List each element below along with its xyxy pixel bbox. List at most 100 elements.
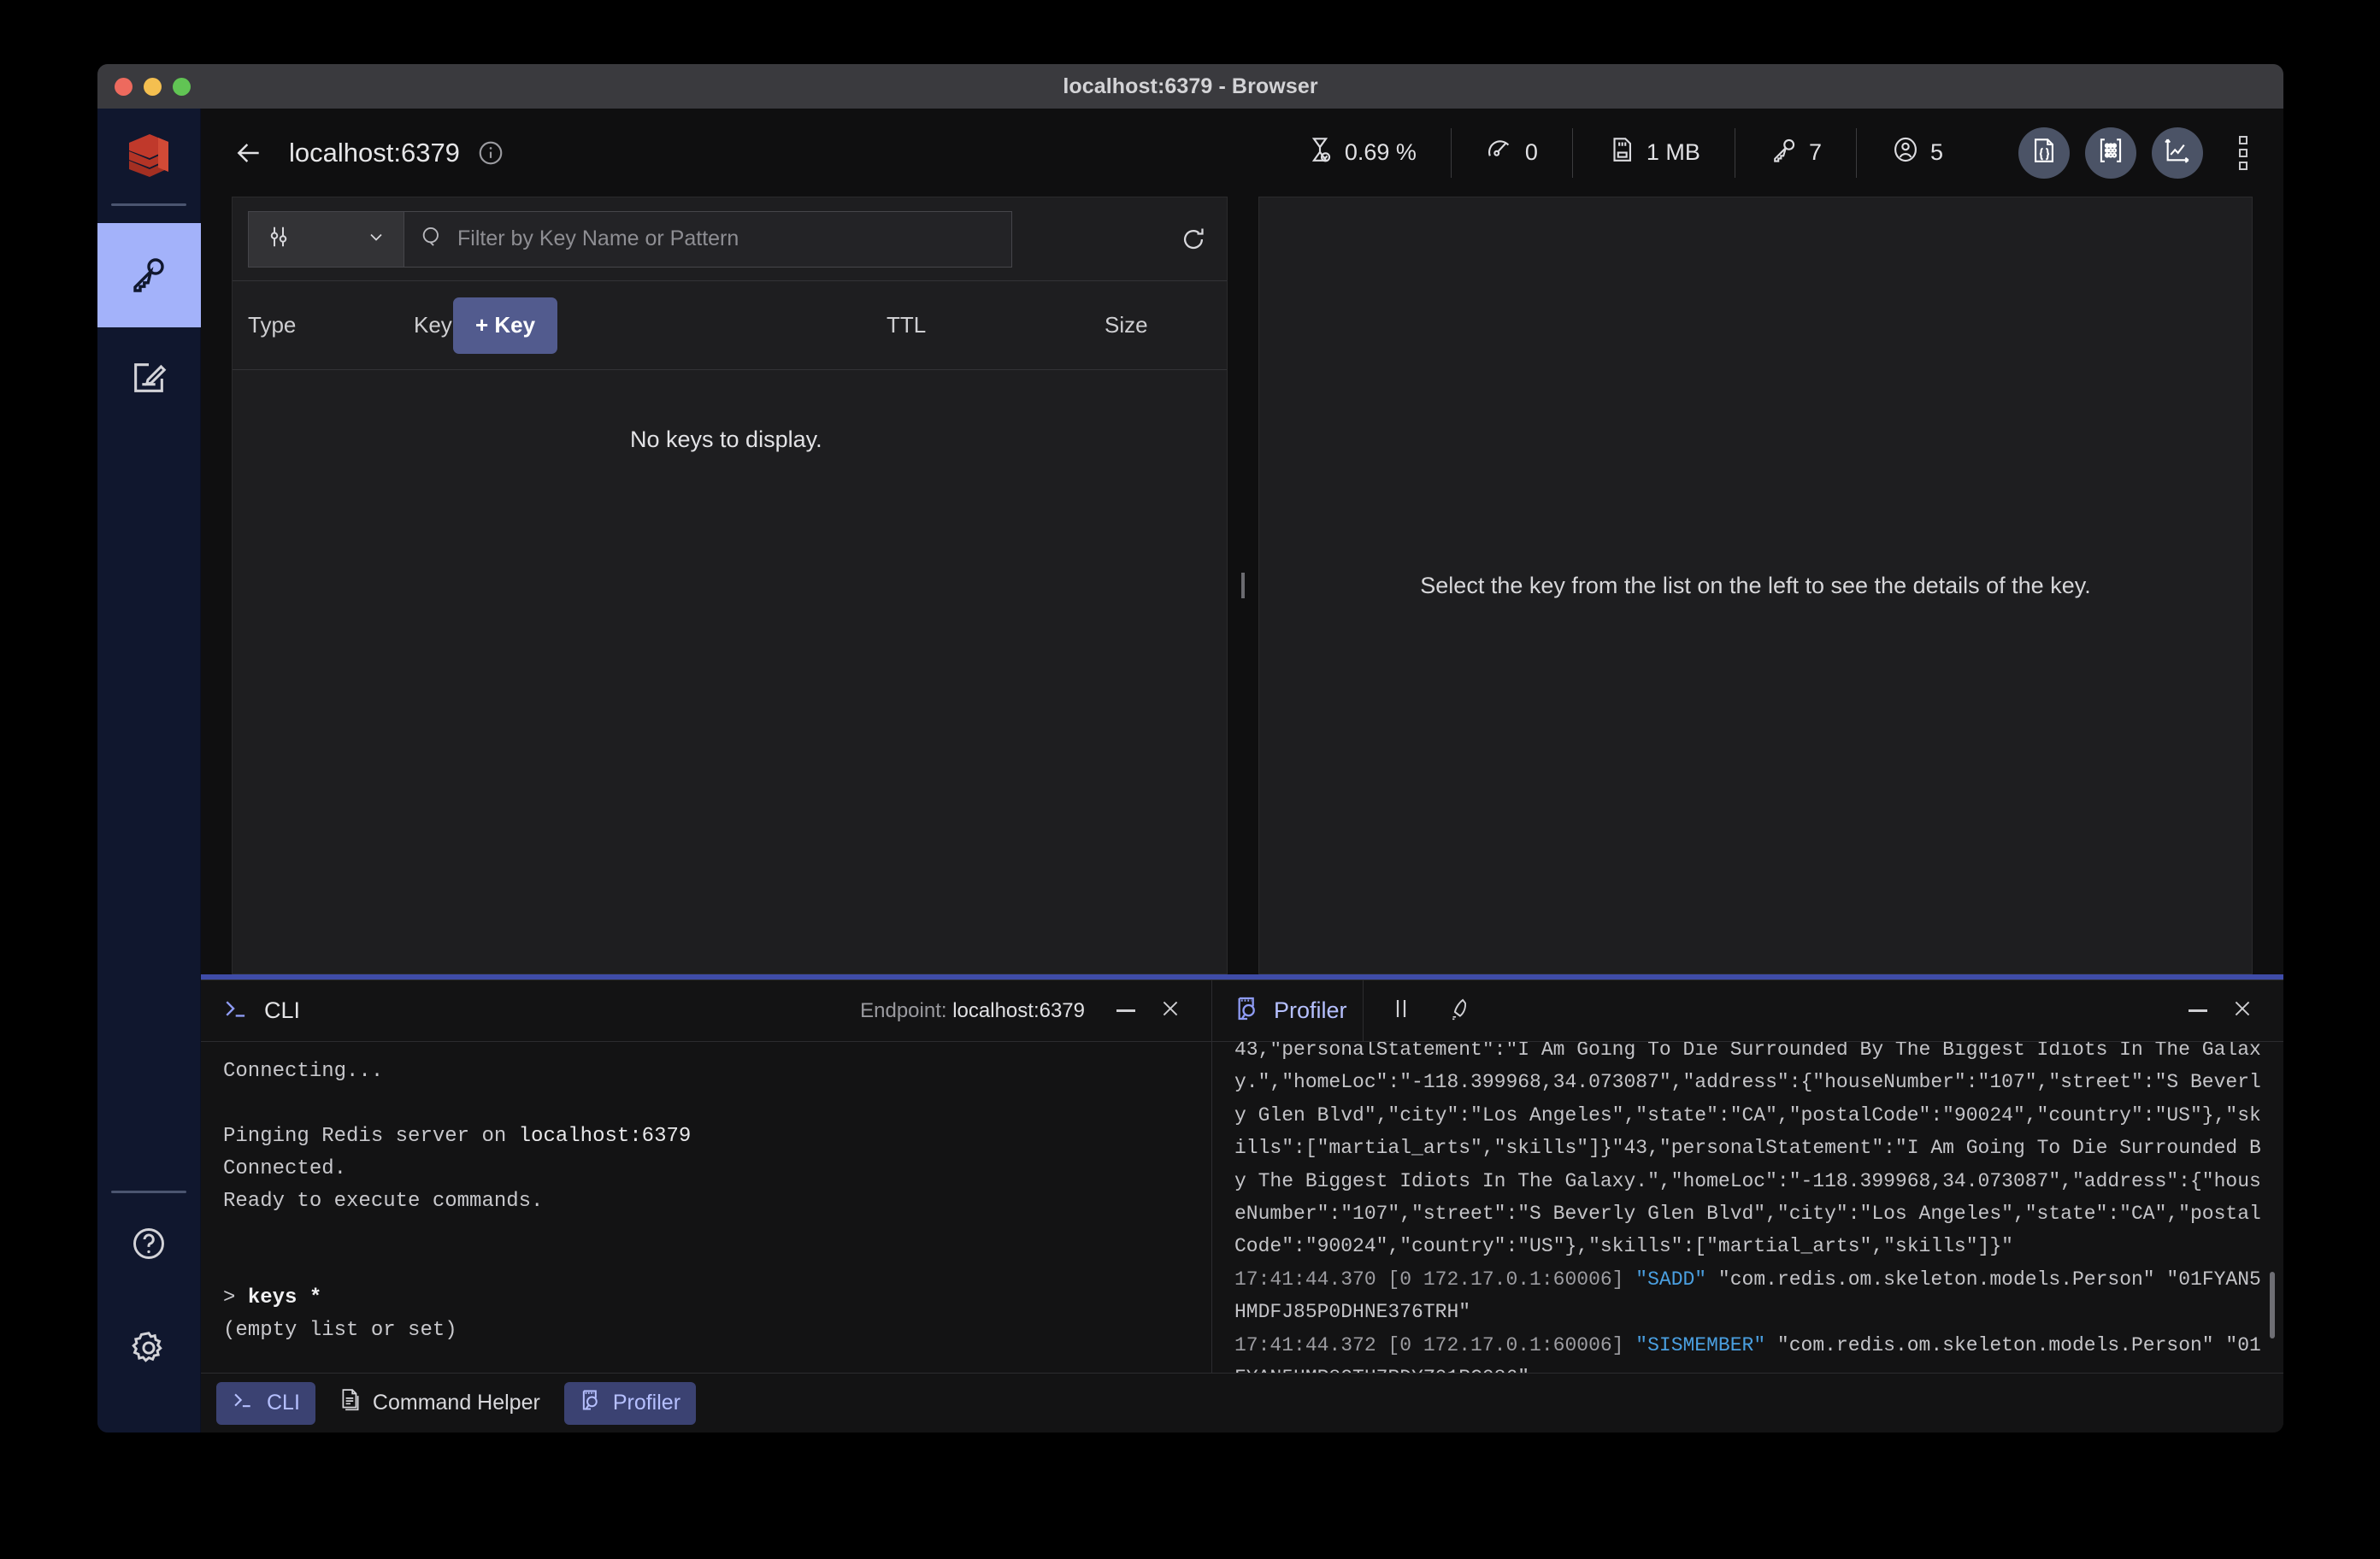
cli-panel: CLI Endpoint: localhost:6379 <box>201 980 1212 1373</box>
key-type-filter-select[interactable] <box>248 211 404 268</box>
profiler-output-area[interactable]: 43,"personalStatement":"I Am Going To Di… <box>1212 1042 2283 1373</box>
close-icon <box>2231 997 2253 1024</box>
column-header-type[interactable]: Type <box>248 312 296 338</box>
sidebar-divider-top <box>111 203 186 206</box>
dock-tab-command-helper-label: Command Helper <box>373 1391 540 1415</box>
panel-resize-handle[interactable] <box>1228 197 1258 974</box>
window-controls <box>97 78 191 96</box>
browser-area: Type Key + Key TTL Size No keys to displ… <box>201 197 2283 974</box>
terminal-prompt-icon <box>232 1391 256 1415</box>
refresh-icon[interactable] <box>1153 225 1208 254</box>
profiler-log-line: 43,"personalStatement":"I Am Going To Di… <box>1234 1042 2261 1263</box>
help-question-icon <box>130 1225 168 1267</box>
dock-tab-command-helper[interactable]: Command Helper <box>324 1382 556 1425</box>
terminal-prompt-icon <box>223 997 250 1024</box>
json-tools-button[interactable] <box>2018 127 2070 179</box>
back-button[interactable] <box>232 136 266 170</box>
metric-keys: 7 <box>1735 128 1856 178</box>
close-window-button[interactable] <box>115 78 133 96</box>
header-actions <box>2018 127 2253 179</box>
metric-keys-value: 7 <box>1809 139 1822 166</box>
gauge-icon <box>1486 135 1515 170</box>
cli-endpoint: Endpoint: localhost:6379 <box>860 999 1085 1023</box>
metric-ops-value: 0 <box>1525 139 1538 166</box>
profiler-scrollbar[interactable] <box>2270 1272 2275 1338</box>
line-chart-icon <box>2163 136 2192 169</box>
dock-tab-profiler[interactable]: Profiler <box>564 1382 696 1425</box>
profiler-pause-button[interactable] <box>1379 989 1423 1033</box>
clear-eraser-icon <box>1447 997 1471 1025</box>
search-icon <box>420 225 444 253</box>
cli-line: (empty list or set) <box>223 1315 1189 1347</box>
left-sidebar <box>97 109 201 1433</box>
cli-endpoint-value: localhost:6379 <box>952 999 1085 1022</box>
keys-search-box[interactable] <box>404 211 1012 268</box>
dock-tab-cli[interactable]: CLI <box>216 1382 315 1425</box>
sidebar-item-help[interactable] <box>97 1193 201 1297</box>
add-key-button[interactable]: + Key <box>453 297 557 354</box>
sidebar-item-settings[interactable] <box>97 1297 201 1402</box>
minimize-window-button[interactable] <box>144 78 162 96</box>
dock-tab-bar: CLI Command Helper <box>201 1373 2283 1433</box>
profiler-close-button[interactable] <box>2220 989 2265 1033</box>
cli-panel-header: CLI Endpoint: localhost:6379 <box>201 980 1211 1042</box>
column-header-key[interactable]: Key <box>414 312 452 338</box>
window-titlebar: localhost:6379 - Browser <box>97 64 2283 109</box>
cli-line: Connected. <box>223 1153 1189 1185</box>
cli-line: Pinging Redis server on localhost:6379 <box>223 1121 1189 1153</box>
profiler-magnifier-icon <box>1234 995 1260 1027</box>
sidebar-item-browser[interactable] <box>97 223 201 327</box>
cli-output-area[interactable]: Connecting... Pinging Redis server on lo… <box>201 1042 1211 1373</box>
dock-tab-cli-label: CLI <box>267 1391 300 1415</box>
analytics-button[interactable] <box>2152 127 2203 179</box>
dock-tab-profiler-label: Profiler <box>613 1391 680 1415</box>
keys-list-panel: Type Key + Key TTL Size No keys to displ… <box>232 197 1228 974</box>
hourglass-icon <box>1305 135 1334 170</box>
vector-search-button[interactable] <box>2085 127 2136 179</box>
column-header-ttl[interactable]: TTL <box>887 312 926 338</box>
cli-line: Ready to execute commands. <box>223 1185 1189 1218</box>
keys-empty-message: No keys to display. <box>233 370 1227 974</box>
minimize-icon <box>2189 1009 2207 1012</box>
sidebar-item-workbench[interactable] <box>97 327 201 432</box>
profiler-log-line: 17:41:44.370 [0 172.17.0.1:60006] "SADD"… <box>1234 1263 2261 1329</box>
settings-gear-icon <box>130 1329 168 1371</box>
profiler-magnifier-icon <box>580 1388 602 1418</box>
column-header-size[interactable]: Size <box>1105 312 1148 338</box>
search-input[interactable] <box>457 226 996 251</box>
zoom-window-button[interactable] <box>173 78 191 96</box>
profiler-clear-button[interactable] <box>1437 989 1482 1033</box>
cli-close-button[interactable] <box>1148 989 1193 1033</box>
profiler-panel-title: Profiler <box>1274 997 1347 1024</box>
profiler-panel-header: Profiler <box>1212 980 2283 1042</box>
window-title: localhost:6379 - Browser <box>97 74 2283 99</box>
key-icon <box>1770 135 1799 170</box>
profiler-minimize-button[interactable] <box>2176 989 2220 1033</box>
metric-cpu-value: 0.69 % <box>1345 139 1417 166</box>
json-document-icon <box>2029 136 2059 169</box>
matrix-grid-icon <box>2096 136 2125 169</box>
document-lines-icon <box>339 1388 362 1418</box>
redis-logo-icon <box>121 127 177 188</box>
chevron-down-icon <box>366 226 386 251</box>
cli-output-text: Connecting... Pinging Redis server on lo… <box>223 1056 1189 1373</box>
app-window: localhost:6379 - Browser <box>97 64 2283 1433</box>
bottom-dock: CLI Endpoint: localhost:6379 <box>201 980 2283 1433</box>
page-header: localhost:6379 <box>201 109 2283 197</box>
metric-clients: 5 <box>1856 128 1977 178</box>
metric-clients-value: 5 <box>1930 139 1943 166</box>
metric-ops: 0 <box>1451 128 1572 178</box>
vertical-dots-icon[interactable] <box>2234 131 2253 175</box>
metric-memory-value: 1 MB <box>1647 139 1700 166</box>
cli-line: Connecting... <box>223 1056 1189 1088</box>
cli-minimize-button[interactable] <box>1104 989 1148 1033</box>
page-title: localhost:6379 <box>289 138 460 168</box>
workbench-edit-icon <box>129 358 168 402</box>
key-details-empty-message: Select the key from the list on the left… <box>1420 573 2090 599</box>
profiler-log-text: 43,"personalStatement":"I Am Going To Di… <box>1234 1042 2261 1373</box>
profiler-log-line: 17:41:44.372 [0 172.17.0.1:60006] "SISME… <box>1234 1329 2261 1373</box>
keys-table-header: Type Key + Key TTL Size <box>233 281 1227 370</box>
info-circle-icon[interactable] <box>477 139 504 167</box>
keys-filter-row <box>233 197 1227 281</box>
close-icon <box>1159 997 1181 1024</box>
